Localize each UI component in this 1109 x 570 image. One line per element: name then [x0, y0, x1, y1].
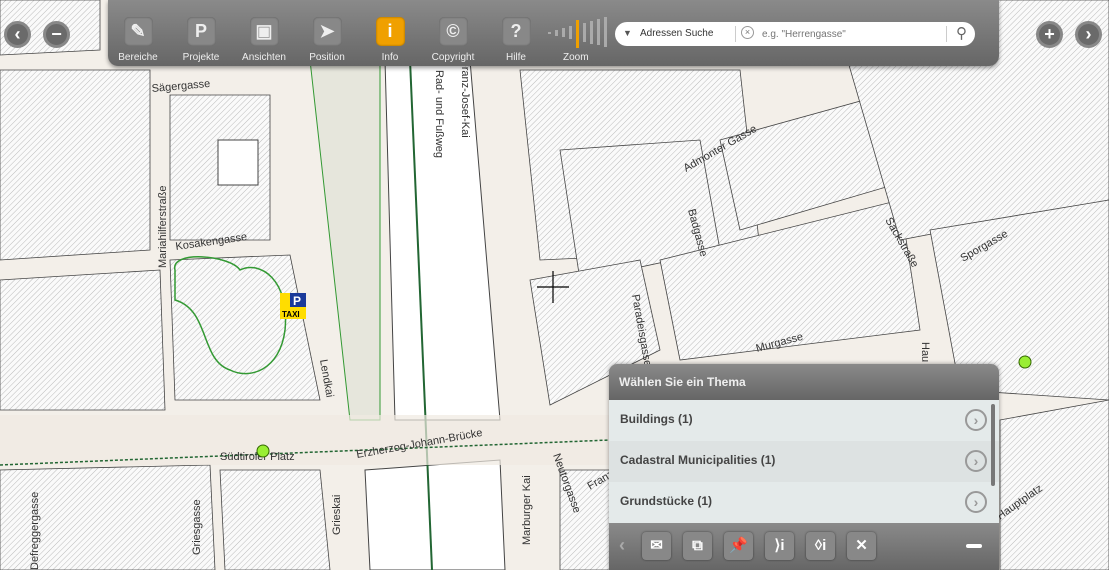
clear-icon[interactable]: ×: [741, 26, 754, 39]
list-item-label: Cadastral Municipalities (1): [620, 453, 776, 467]
panel-title: Wählen Sie ein Thema: [609, 364, 999, 400]
chevron-right-icon[interactable]: ›: [965, 409, 987, 431]
email-button[interactable]: ✉: [642, 532, 671, 560]
list-item[interactable]: Buildings (1) ›: [609, 400, 999, 441]
minimize-button[interactable]: [966, 544, 982, 548]
toolbar-label: Ansichten: [242, 52, 286, 63]
minus-icon: −: [51, 24, 62, 44]
pin-button[interactable]: 📌: [724, 532, 753, 560]
pushpin-icon: 📌: [729, 537, 748, 554]
street-label: Griesgasse: [191, 499, 203, 555]
zoom-step[interactable]: [597, 18, 600, 46]
location-arrow-icon: ➤: [312, 17, 342, 46]
toolbar-hilfe-button[interactable]: ? Hilfe: [486, 17, 546, 63]
pan-left-button[interactable]: ‹: [4, 21, 31, 48]
zoom-step[interactable]: [548, 32, 551, 34]
layers-plus-icon: ⧉: [692, 537, 703, 554]
search-input[interactable]: [762, 26, 942, 42]
search-icon[interactable]: ⚲: [956, 24, 967, 42]
zoom-step[interactable]: [569, 26, 572, 39]
zoom-step[interactable]: [604, 16, 607, 47]
street-label: Mariahilferstraße: [157, 185, 169, 268]
back-icon[interactable]: ‹: [619, 535, 625, 556]
main-toolbar: ✎ Bereiche P Projekte ▣ Ansichten ➤ Position…: [108, 0, 999, 66]
toolbar-position-button[interactable]: ➤ Position: [297, 17, 357, 63]
area-info-button[interactable]: ◊i: [806, 532, 835, 560]
area-info-icon: ◊i: [814, 537, 827, 554]
copyright-icon: ©: [438, 17, 468, 46]
zoom-in-button[interactable]: +: [1036, 21, 1063, 48]
zoom-step[interactable]: [583, 22, 586, 42]
help-icon: ?: [501, 17, 531, 46]
zoom-out-button[interactable]: −: [43, 21, 70, 48]
street-label: Rad- und Fußweg: [433, 70, 445, 158]
list-item-label: Grundstücke (1): [620, 494, 713, 508]
chevron-right-icon: ›: [1085, 24, 1092, 44]
plus-icon: +: [1044, 24, 1055, 44]
street-label: Hau: [919, 342, 931, 362]
toolbar-label: Hilfe: [505, 52, 526, 63]
chevron-right-icon[interactable]: ›: [965, 491, 987, 513]
parking-label: P: [293, 294, 301, 308]
toolbar-label: Info: [381, 52, 399, 63]
address-search-box: ▼ Adressen Suche × ⚲: [615, 22, 975, 46]
toolbar-label: Bereiche: [118, 52, 158, 63]
toolbar-label: Projekte: [182, 52, 220, 63]
street-label: Grieskai: [331, 495, 343, 535]
views-icon: ▣: [249, 17, 279, 46]
scrollbar[interactable]: [991, 404, 995, 486]
envelope-icon: ✉: [650, 537, 663, 554]
zoom-step[interactable]: [555, 30, 558, 36]
toolbar-label: Copyright: [431, 52, 475, 63]
pan-right-button[interactable]: ›: [1075, 21, 1102, 48]
zoom-slider[interactable]: [548, 16, 610, 48]
theme-panel: Wählen Sie ein Thema Buildings (1) › Cada…: [609, 364, 999, 570]
toolbar-projekte-button[interactable]: P Projekte: [171, 17, 231, 63]
dropdown-arrow-icon[interactable]: ▼: [623, 28, 632, 38]
close-icon: ✕: [855, 537, 868, 554]
toolbar-info-button[interactable]: i Info: [360, 17, 420, 63]
street-label: Defreggergasse: [29, 492, 41, 570]
close-button[interactable]: ✕: [847, 532, 876, 560]
projects-icon: P: [186, 17, 216, 46]
toolbar-bereiche-button[interactable]: ✎ Bereiche: [108, 17, 168, 63]
zoom-step[interactable]: [590, 20, 593, 44]
pencil-icon: ✎: [123, 17, 153, 46]
list-item[interactable]: Cadastral Municipalities (1) ›: [609, 441, 999, 482]
zoom-step[interactable]: [576, 20, 579, 48]
taxi-label: TAXI: [282, 310, 300, 319]
chevron-left-icon: ‹: [14, 24, 21, 44]
info-icon: i: [375, 17, 405, 46]
line-info-button[interactable]: ⟩i: [765, 532, 794, 560]
list-item-label: Buildings (1): [620, 412, 693, 426]
line-info-icon: ⟩i: [774, 537, 785, 554]
search-mode-select[interactable]: Adressen Suche: [640, 28, 713, 39]
panel-footer: ‹ ✉ ⧉ 📌 ⟩i ◊i ✕: [609, 523, 999, 570]
toolbar-copyright-button[interactable]: © Copyright: [423, 17, 483, 63]
chevron-right-icon[interactable]: ›: [965, 450, 987, 472]
zoom-label: Zoom: [563, 52, 589, 63]
toolbar-label: Position: [309, 52, 345, 63]
list-item[interactable]: Grundstücke (1) ›: [609, 482, 999, 523]
street-label: Franz-Josef-Kai: [459, 60, 471, 138]
toolbar-ansichten-button[interactable]: ▣ Ansichten: [234, 17, 294, 63]
street-label: Marburger Kai: [521, 475, 533, 545]
add-layer-button[interactable]: ⧉: [683, 532, 712, 560]
zoom-step[interactable]: [562, 28, 565, 38]
